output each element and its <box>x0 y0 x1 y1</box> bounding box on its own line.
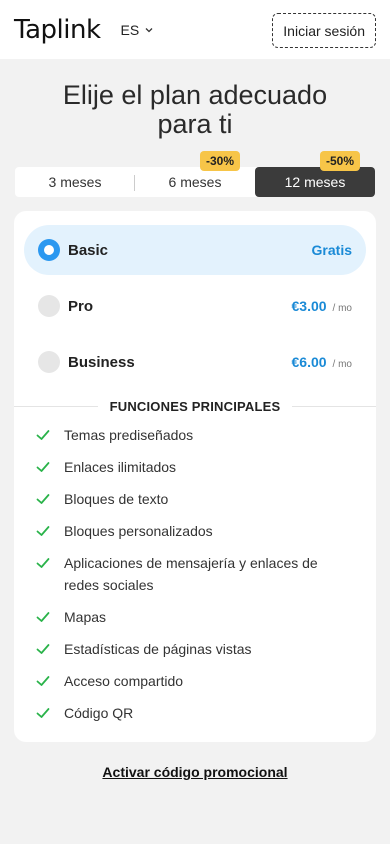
plan-price: €6.00 <box>291 354 327 370</box>
period-label: 12 meses <box>284 174 346 190</box>
feature-label: Bloques de texto <box>64 491 169 507</box>
period-3-months[interactable]: 3 meses <box>15 167 135 197</box>
plan-name: Pro <box>68 297 94 315</box>
check-icon <box>36 462 50 472</box>
feature-item: Enlaces ilimitados <box>36 456 354 478</box>
radio-selected-icon <box>38 239 60 261</box>
price-period: / mo <box>332 303 352 314</box>
check-icon <box>36 612 50 622</box>
feature-label: Mapas <box>64 609 107 625</box>
check-icon <box>36 708 50 718</box>
check-icon <box>36 644 50 654</box>
divider-line <box>292 406 376 407</box>
activate-promo-code-link[interactable]: Activar código promocional <box>0 764 390 780</box>
check-icon <box>36 494 50 504</box>
divider-line <box>14 406 98 407</box>
period-selector: 3 meses 6 meses -30% 12 meses -50% <box>15 151 375 197</box>
period-label: 6 meses <box>168 174 222 190</box>
discount-badge: -50% <box>319 151 360 171</box>
plan-name: Business <box>68 353 135 371</box>
feature-label: Temas prediseñados <box>64 427 194 443</box>
plan-option-basic[interactable]: Basic Gratis <box>24 225 366 275</box>
period-12-months[interactable]: 12 meses -50% <box>255 151 375 197</box>
feature-label: Bloques personalizados <box>64 523 213 539</box>
plan-option-pro[interactable]: Pro €3.00 / mo <box>24 281 366 331</box>
feature-item: Aplicaciones de mensajería y enlaces de … <box>36 552 354 596</box>
period-label: 3 meses <box>48 174 102 190</box>
radio-icon <box>38 295 60 317</box>
check-icon <box>36 430 50 440</box>
login-button[interactable]: Iniciar sesión <box>272 13 376 48</box>
features-title: FUNCIONES PRINCIPALES <box>109 399 281 414</box>
feature-item: Acceso compartido <box>36 670 354 692</box>
feature-item: Bloques personalizados <box>36 520 354 542</box>
feature-label: Acceso compartido <box>64 673 184 689</box>
feature-item: Código QR <box>36 702 354 724</box>
language-label: ES <box>120 21 140 38</box>
check-icon <box>36 526 50 536</box>
plan-option-business[interactable]: Business €6.00 / mo <box>24 337 366 387</box>
feature-label: Estadísticas de páginas vistas <box>64 641 252 657</box>
chevron-down-icon <box>145 27 153 32</box>
check-icon <box>36 558 50 568</box>
radio-icon <box>38 351 60 373</box>
discount-badge: -30% <box>199 151 240 171</box>
feature-label: Código QR <box>64 705 134 721</box>
features-divider: FUNCIONES PRINCIPALES <box>14 399 376 414</box>
plan-name: Basic <box>68 241 109 259</box>
period-6-months[interactable]: 6 meses -30% <box>135 151 255 197</box>
check-icon <box>36 676 50 686</box>
plans-card: Basic Gratis Pro €3.00 / mo Business €6.… <box>14 211 376 742</box>
page-title: Elije el plan adecuado para ti <box>62 80 328 139</box>
taplink-logo[interactable]: Taplink <box>14 15 101 45</box>
feature-label: Enlaces ilimitados <box>64 459 177 475</box>
header: Taplink ES Iniciar sesión <box>0 0 390 59</box>
feature-item: Estadísticas de páginas vistas <box>36 638 354 660</box>
plan-price: Gratis <box>311 242 352 258</box>
language-selector[interactable]: ES <box>121 22 155 38</box>
price-period: / mo <box>332 359 352 370</box>
feature-label: Aplicaciones de mensajería y enlaces de … <box>64 555 318 593</box>
features-list: Temas prediseñados Enlaces ilimitados Bl… <box>24 424 366 724</box>
feature-item: Bloques de texto <box>36 488 354 510</box>
plan-price: €3.00 <box>291 298 327 314</box>
feature-item: Temas prediseñados <box>36 424 354 446</box>
feature-item: Mapas <box>36 606 354 628</box>
